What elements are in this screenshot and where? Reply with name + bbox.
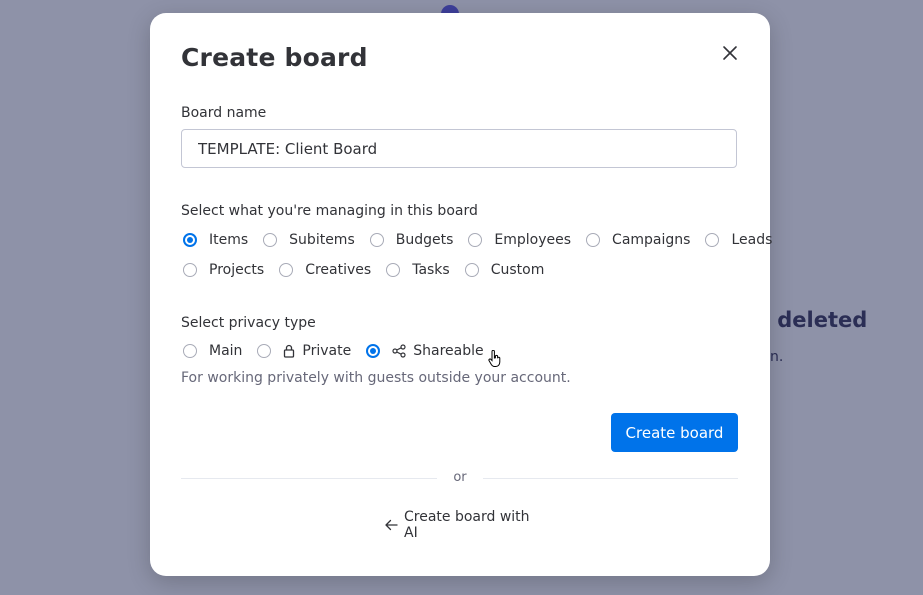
radio-privacy-shareable[interactable]: Shareable: [366, 343, 484, 359]
radio-circle: [468, 233, 483, 247]
radio-circle: [369, 233, 384, 247]
radio-circle: [366, 344, 381, 358]
close-icon: [723, 46, 737, 60]
radio-employees[interactable]: Employees: [468, 232, 571, 248]
create-board-button[interactable]: Create board: [611, 413, 738, 452]
radio-campaigns[interactable]: Campaigns: [586, 232, 690, 248]
radio-circle: [183, 233, 197, 247]
close-button[interactable]: [718, 41, 742, 65]
privacy-options-row: Main Private Shareable: [183, 341, 499, 361]
radio-items[interactable]: Items: [183, 232, 248, 248]
radio-tasks[interactable]: Tasks: [386, 262, 450, 278]
radio-circle: [183, 263, 197, 277]
privacy-label: Select privacy type: [181, 315, 316, 331]
create-board-modal: Create board Board name Select what you'…: [150, 13, 772, 576]
arrow-left-icon: [385, 519, 398, 531]
radio-subitems[interactable]: Subitems: [263, 232, 355, 248]
radio-circle: [183, 344, 197, 358]
radio-circle: [257, 344, 272, 358]
radio-creatives[interactable]: Creatives: [279, 262, 371, 278]
board-name-label: Board name: [181, 105, 267, 121]
divider-right: [483, 478, 738, 479]
radio-circle: [279, 263, 294, 277]
managing-options-row-2: Projects Creatives Tasks Custom: [183, 260, 559, 280]
radio-leads[interactable]: Leads: [705, 232, 772, 248]
radio-privacy-main[interactable]: Main: [183, 343, 242, 359]
share-icon: [392, 344, 406, 358]
managing-options-row-1: Items Subitems Budgets Employees Campaig…: [183, 230, 787, 250]
create-board-with-ai-link[interactable]: Create board with AI: [385, 509, 535, 541]
divider-left: [181, 478, 437, 479]
radio-custom[interactable]: Custom: [464, 262, 544, 278]
lock-icon: [283, 344, 295, 358]
hand-cursor-icon: [488, 349, 502, 372]
modal-title: Create board: [181, 43, 368, 72]
board-name-input[interactable]: [181, 129, 737, 168]
radio-projects[interactable]: Projects: [183, 262, 264, 278]
background-subtext: n.: [770, 349, 784, 365]
privacy-hint: For working privately with guests outsid…: [181, 370, 571, 386]
radio-privacy-private[interactable]: Private: [257, 343, 351, 359]
background-heading: n deleted: [755, 308, 868, 332]
radio-circle: [586, 233, 601, 247]
radio-budgets[interactable]: Budgets: [369, 232, 453, 248]
radio-circle: [705, 233, 720, 247]
or-separator: or: [453, 470, 467, 485]
radio-circle: [464, 263, 479, 277]
ai-link-label: Create board with AI: [404, 509, 530, 541]
radio-circle: [386, 263, 401, 277]
radio-circle: [263, 233, 278, 247]
managing-label: Select what you're managing in this boar…: [181, 203, 478, 219]
